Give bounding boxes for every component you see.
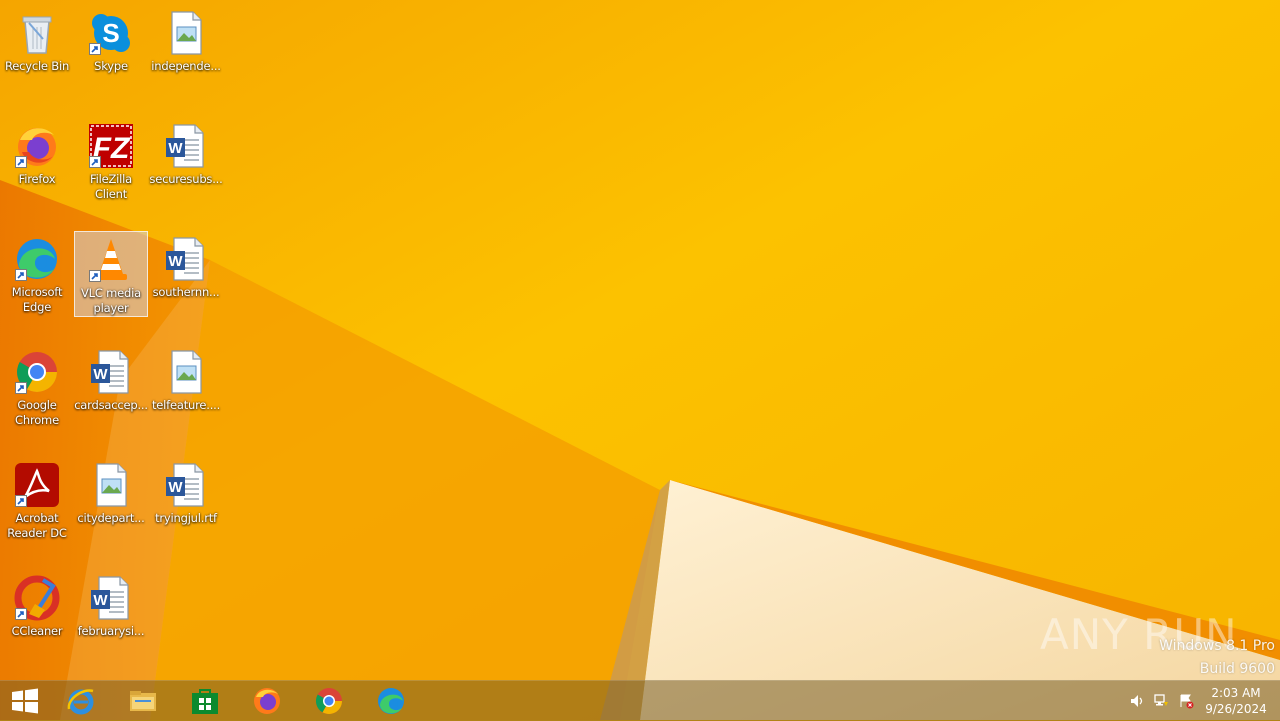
svg-text:S: S <box>102 18 119 48</box>
taskbar-internet-explorer[interactable] <box>52 681 110 721</box>
taskbar-store[interactable] <box>176 681 234 721</box>
action-center-icon[interactable] <box>1178 693 1194 709</box>
taskbar-chrome[interactable] <box>300 681 358 721</box>
desktop-icon[interactable]: S Skype <box>74 5 148 91</box>
word-document-icon: W <box>162 461 210 509</box>
store-icon <box>192 689 218 714</box>
shortcut-arrow-icon <box>15 269 27 281</box>
desktop-icon-label: independe... <box>151 59 221 73</box>
taskbar-file-explorer[interactable] <box>114 681 172 721</box>
desktop-icon[interactable]: telfeature.... <box>149 344 223 430</box>
desktop-icon[interactable]: CCleaner <box>0 570 74 656</box>
desktop-icon[interactable]: Acrobat Reader DC <box>0 457 74 543</box>
desktop-icon-label: telfeature.... <box>151 398 221 412</box>
word-document-icon: W <box>87 348 135 396</box>
chrome-icon <box>13 348 61 396</box>
firefox-icon <box>254 688 280 714</box>
desktop-icon[interactable]: independe... <box>149 5 223 91</box>
desktop-icon[interactable]: Google Chrome <box>0 344 74 430</box>
svg-text:W: W <box>168 479 183 496</box>
chrome-icon <box>315 688 343 715</box>
shortcut-arrow-icon <box>89 156 101 168</box>
desktop-icon[interactable]: FZ FileZilla Client <box>74 118 148 204</box>
desktop-icon[interactable]: citydepart... <box>74 457 148 543</box>
desktop-icon-label: Skype <box>94 59 128 73</box>
svg-text:W: W <box>168 253 183 270</box>
word-document-icon: W <box>87 574 135 622</box>
system-clock[interactable]: 2:03 AM 9/26/2024 <box>1196 685 1276 719</box>
shortcut-arrow-icon <box>15 608 27 620</box>
svg-text:W: W <box>93 366 108 383</box>
desktop-icon[interactable]: Wsecuresubs... <box>149 118 223 204</box>
desktop-icon-label: CCleaner <box>11 624 63 638</box>
windows-logo-icon <box>12 688 38 714</box>
desktop-icon[interactable]: VLC media player <box>74 231 148 317</box>
firefox-icon <box>13 122 61 170</box>
desktop-icon-label: februarysi... <box>77 624 145 638</box>
desktop-icon-label: Recycle Bin <box>4 59 70 73</box>
ccleaner-icon <box>13 574 61 622</box>
vlc-icon <box>87 236 135 284</box>
skype-icon: S <box>87 9 135 57</box>
desktop-icon-label: FileZilla Client <box>90 172 132 201</box>
recycle-bin-icon <box>13 9 61 57</box>
acrobat-icon <box>13 461 61 509</box>
taskbar: 2:03 AM 9/26/2024 <box>0 680 1280 721</box>
desktop-icon-label: tryingjul.rtf <box>155 511 217 525</box>
clock-date: 9/26/2024 <box>1205 702 1267 716</box>
clock-time: 2:03 AM <box>1211 686 1261 700</box>
edge-icon <box>378 688 404 714</box>
shortcut-arrow-icon <box>89 43 101 55</box>
shortcut-arrow-icon <box>89 270 101 282</box>
desktop-icon-label: Acrobat Reader DC <box>7 511 67 540</box>
shortcut-arrow-icon <box>15 495 27 507</box>
network-icon[interactable] <box>1153 693 1169 709</box>
taskbar-edge[interactable] <box>362 681 420 721</box>
svg-text:W: W <box>93 592 108 609</box>
shortcut-arrow-icon <box>15 382 27 394</box>
image-file-icon <box>162 9 210 57</box>
desktop-icon-label: Microsoft Edge <box>11 285 63 314</box>
internet-explorer-icon <box>67 689 94 715</box>
word-document-icon: W <box>162 122 210 170</box>
image-file-icon <box>162 348 210 396</box>
desktop-icon-label: cardsaccep... <box>74 398 148 412</box>
desktop-icon[interactable]: Wfebruarysi... <box>74 570 148 656</box>
desktop-icon-label: VLC media player <box>81 286 141 315</box>
svg-text:W: W <box>168 140 183 157</box>
image-file-icon <box>87 461 135 509</box>
desktop-icon-label: Google Chrome <box>15 398 59 427</box>
desktop-icon[interactable]: Wcardsaccep... <box>74 344 148 430</box>
desktop-icon[interactable]: Wtryingjul.rtf <box>149 457 223 543</box>
desktop-icon[interactable]: Recycle Bin <box>0 5 74 91</box>
desktop-icon-label: citydepart... <box>77 511 145 525</box>
desktop-icon-label: southernn... <box>152 285 220 299</box>
filezilla-icon: FZ <box>87 122 135 170</box>
shortcut-arrow-icon <box>15 156 27 168</box>
desktop-icon-label: securesubs... <box>149 172 223 186</box>
desktop-icon[interactable]: Firefox <box>0 118 74 204</box>
desktop-icon-label: Firefox <box>18 172 56 186</box>
file-explorer-icon <box>130 691 156 711</box>
desktop-icon[interactable]: Wsouthernn... <box>149 231 223 317</box>
taskbar-firefox[interactable] <box>238 681 296 721</box>
desktop-icon[interactable]: Microsoft Edge <box>0 231 74 317</box>
start-button[interactable] <box>0 681 50 721</box>
word-document-icon: W <box>162 235 210 283</box>
volume-icon[interactable] <box>1129 693 1145 709</box>
edge-icon <box>13 235 61 283</box>
